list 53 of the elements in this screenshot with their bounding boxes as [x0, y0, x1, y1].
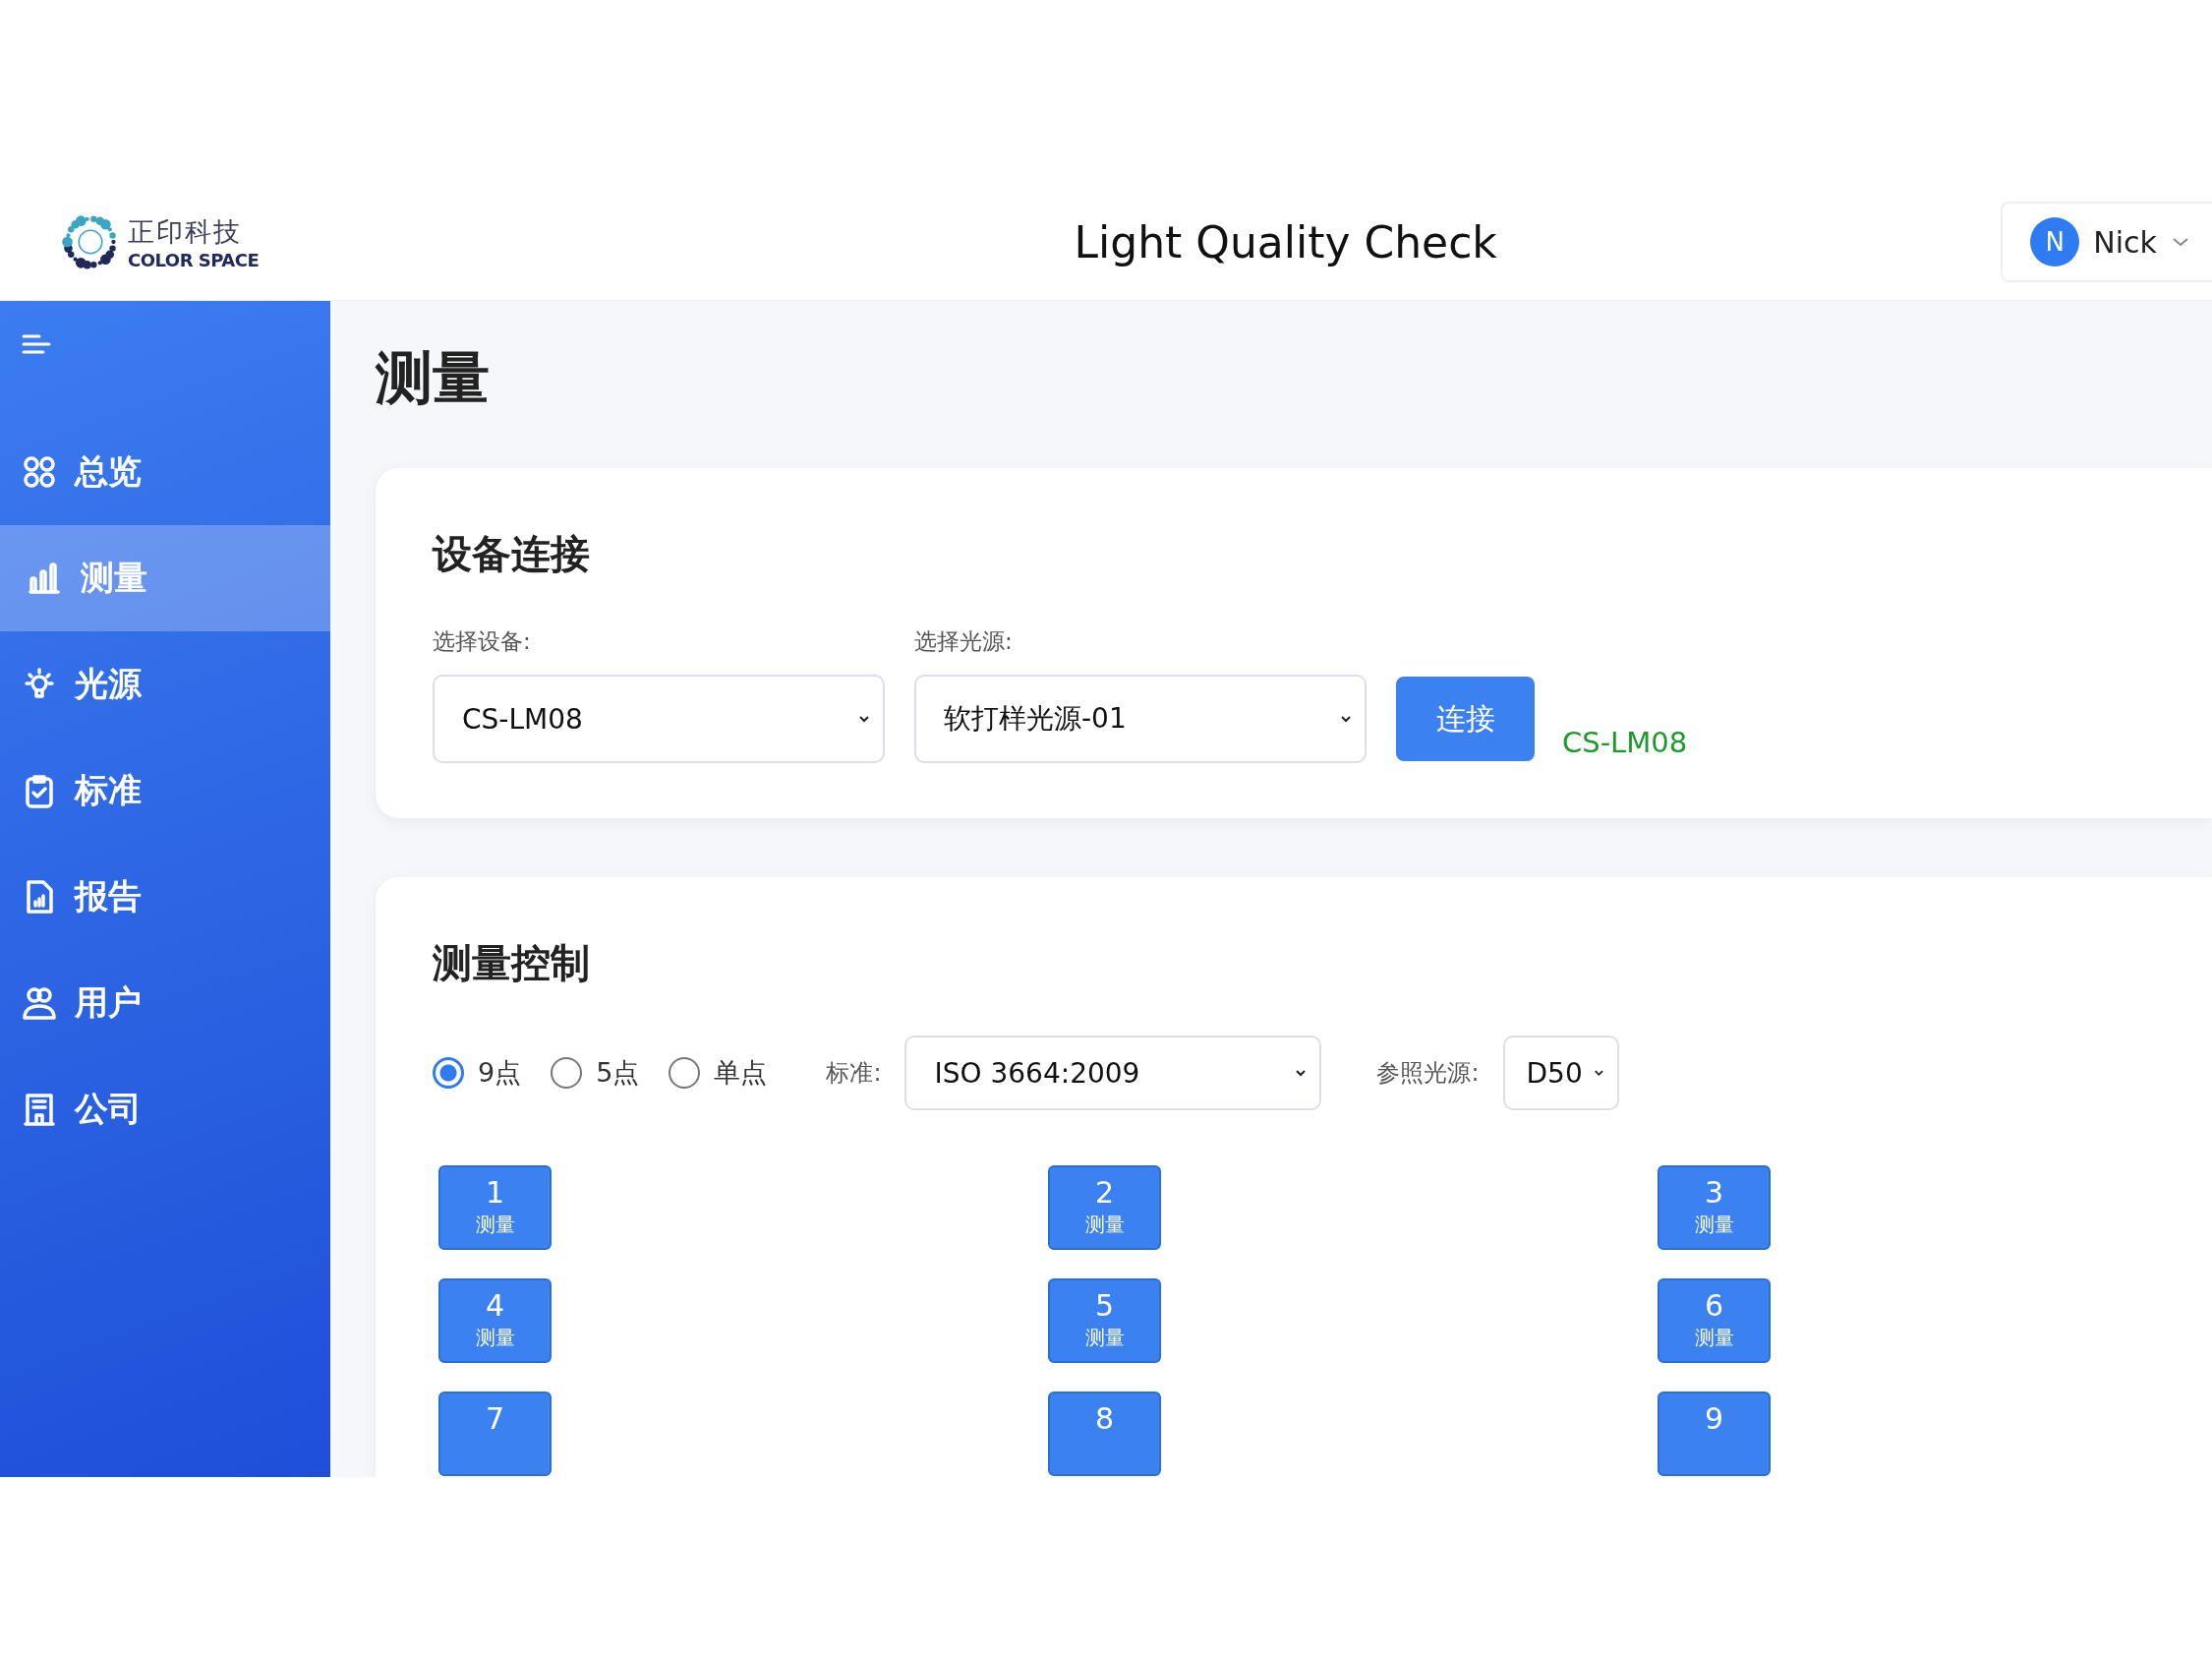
radio-button[interactable] — [669, 1057, 701, 1089]
caret-icon — [1294, 1068, 1309, 1078]
radio-button[interactable] — [433, 1057, 464, 1089]
app-title: Light Quality Check — [1073, 216, 1498, 267]
light-source-select[interactable]: 软打样光源-01 — [914, 675, 1367, 763]
measure-point-button[interactable]: 4 测量 — [438, 1278, 552, 1363]
bar-chart-icon — [28, 561, 63, 596]
device-select[interactable]: CS-LM08 — [433, 675, 885, 763]
sidebar-item[interactable]: 用户 — [0, 950, 330, 1056]
radio-label: 5点 — [596, 1056, 640, 1090]
user-menu-button[interactable]: N Nick — [2001, 202, 2212, 282]
field-label: 参照光源: — [1376, 1058, 1480, 1089]
radio-label: 9点 — [478, 1056, 522, 1090]
sidebar-item[interactable]: 标准 — [0, 738, 330, 844]
measure-point-button[interactable]: 7 — [438, 1392, 552, 1476]
mode-radio[interactable]: 9点 — [433, 1055, 522, 1091]
sidebar-item[interactable]: 公司 — [0, 1056, 330, 1162]
logo-name: 正印科技 — [128, 214, 243, 249]
measure-point-button[interactable]: 9 — [1658, 1392, 1771, 1476]
grid-icon — [22, 454, 57, 490]
measure-point-button[interactable]: 2 测量 — [1048, 1165, 1161, 1250]
illuminant-select[interactable]: D50 — [1502, 1036, 1619, 1110]
caret-icon — [857, 714, 871, 724]
sidebar-item[interactable]: 总览 — [0, 419, 330, 525]
mode-radio[interactable]: 单点 — [669, 1055, 768, 1091]
users-icon — [22, 985, 57, 1021]
measure-point-button[interactable]: 5 测量 — [1048, 1278, 1161, 1363]
measure-point-button[interactable]: 3 测量 — [1658, 1165, 1771, 1250]
measure-point-button[interactable]: 6 测量 — [1658, 1278, 1771, 1363]
radio-label: 单点 — [714, 1056, 768, 1090]
chevron-down-icon — [2171, 236, 2190, 248]
sidebar-item[interactable]: 报告 — [0, 844, 330, 950]
card-title: 设备连接 — [433, 530, 591, 578]
field-label: 选择光源: — [914, 627, 1014, 656]
connect-button[interactable]: 连接 — [1396, 677, 1535, 761]
field-label: 标准: — [826, 1058, 882, 1089]
standard-select[interactable]: ISO 3664:2009 — [904, 1036, 1322, 1110]
sidebar-item[interactable]: 测量 — [0, 525, 330, 631]
card-title: 测量控制 — [433, 939, 591, 987]
measure-point-button[interactable]: 1 测量 — [438, 1165, 552, 1250]
logo-subtitle: COLOR SPACE — [128, 249, 260, 270]
field-label: 选择设备: — [433, 627, 532, 656]
user-avatar: N — [2030, 217, 2080, 267]
sidebar-item[interactable]: 光源 — [0, 631, 330, 738]
mode-radio[interactable]: 5点 — [551, 1055, 640, 1091]
menu-icon[interactable] — [22, 332, 51, 356]
caret-icon — [1339, 714, 1353, 724]
building-icon — [22, 1092, 57, 1127]
page-title: 测量 — [376, 343, 491, 413]
caret-icon — [1592, 1068, 1605, 1078]
measure-point-button[interactable]: 8 — [1048, 1392, 1161, 1476]
radio-button[interactable] — [551, 1057, 583, 1089]
connection-status: CS-LM08 — [1562, 726, 1688, 759]
